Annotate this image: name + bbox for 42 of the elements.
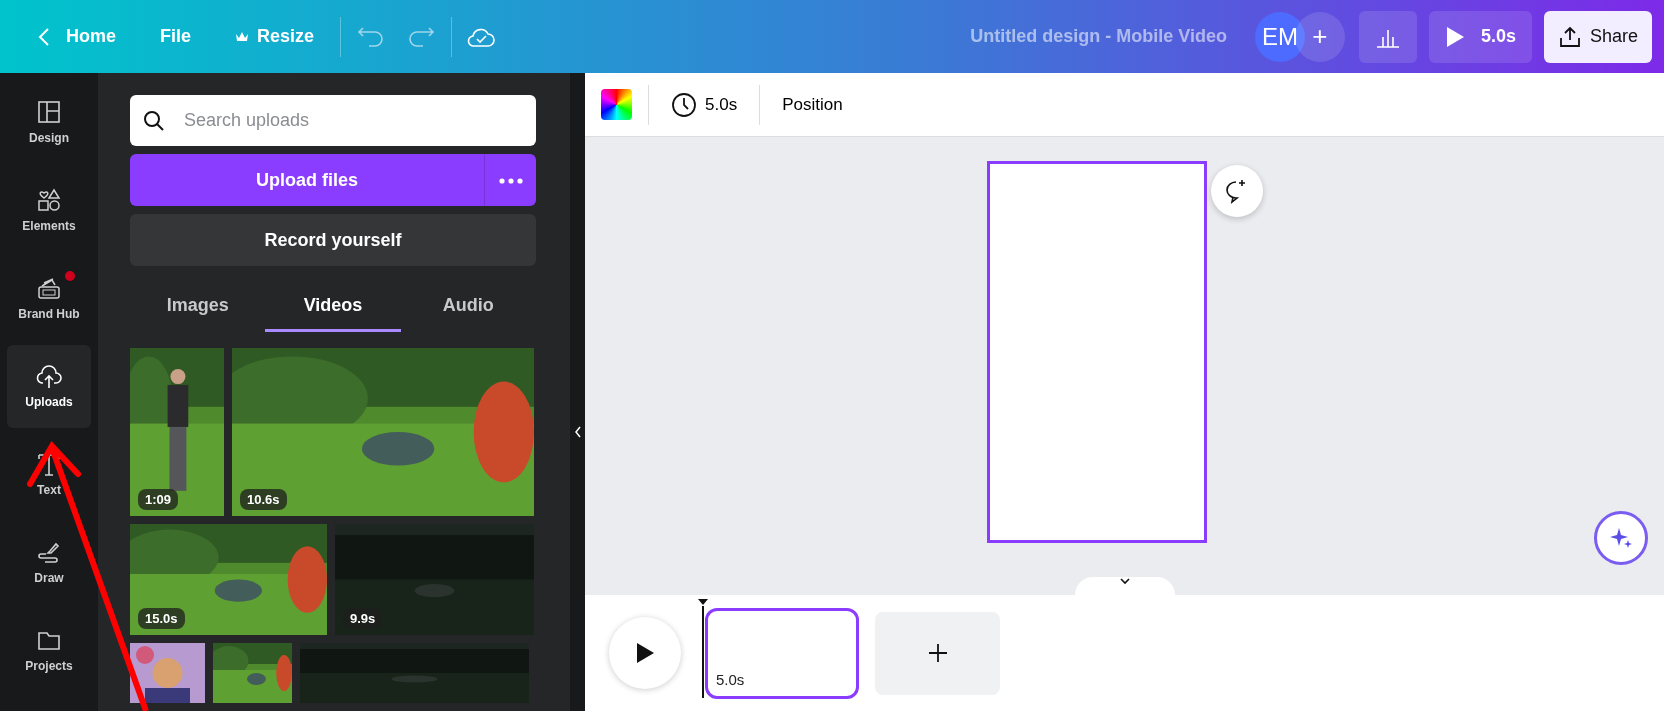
clip-duration: 5.0s	[716, 670, 745, 690]
undo-icon[interactable]	[355, 25, 384, 48]
color-picker[interactable]	[601, 89, 632, 120]
timeline-clip[interactable]: 5.0s	[705, 607, 859, 699]
play-icon	[1444, 25, 1465, 48]
sidebar-item[interactable]: Draw	[7, 521, 91, 604]
shapes-icon	[36, 186, 62, 213]
media-tab[interactable]: Videos	[265, 282, 401, 332]
search-bar[interactable]: Search uploads	[130, 95, 536, 146]
play-button[interactable]	[609, 617, 681, 689]
share-icon	[1557, 24, 1582, 49]
add-comment-button[interactable]	[1210, 165, 1263, 217]
media-tab[interactable]: Images	[130, 282, 266, 332]
sidebar-item[interactable]: Text	[7, 433, 91, 516]
more-icon	[498, 177, 523, 184]
chevron-down-icon	[1118, 577, 1131, 585]
sidebar-item[interactable]: Elements	[7, 169, 91, 252]
layout-icon	[36, 98, 62, 125]
clock-icon	[671, 91, 697, 118]
play-icon	[635, 642, 655, 664]
back-icon	[38, 26, 50, 47]
playhead-icon	[697, 598, 709, 698]
play-button[interactable]: 5.0s	[1428, 10, 1532, 63]
sidebar-item[interactable]: Uploads	[7, 345, 91, 428]
share-button[interactable]: Share	[1543, 10, 1652, 63]
sidebar-item[interactable]: Projects	[7, 609, 91, 692]
design-page[interactable]	[986, 161, 1207, 543]
plus-icon	[926, 642, 949, 664]
position-button[interactable]: Position	[776, 90, 849, 119]
crown-icon	[235, 30, 250, 43]
document-title: Untitled design - Mobile Video	[970, 25, 1227, 48]
magic-button[interactable]	[1594, 511, 1648, 565]
user-avatar[interactable]: EM	[1254, 11, 1305, 62]
sidebar-item[interactable]: Brand Hub	[7, 257, 91, 340]
media-tab[interactable]: Audio	[400, 282, 536, 332]
search-icon	[142, 108, 166, 133]
duration-button[interactable]: 5.0s	[665, 90, 744, 119]
sidebar-item[interactable]: Design	[7, 81, 91, 164]
upload-cloud-icon	[36, 362, 62, 389]
record-yourself-button[interactable]: Record yourself	[130, 214, 536, 266]
insights-button[interactable]	[1358, 10, 1417, 63]
timeline-toggle[interactable]	[1074, 577, 1175, 595]
